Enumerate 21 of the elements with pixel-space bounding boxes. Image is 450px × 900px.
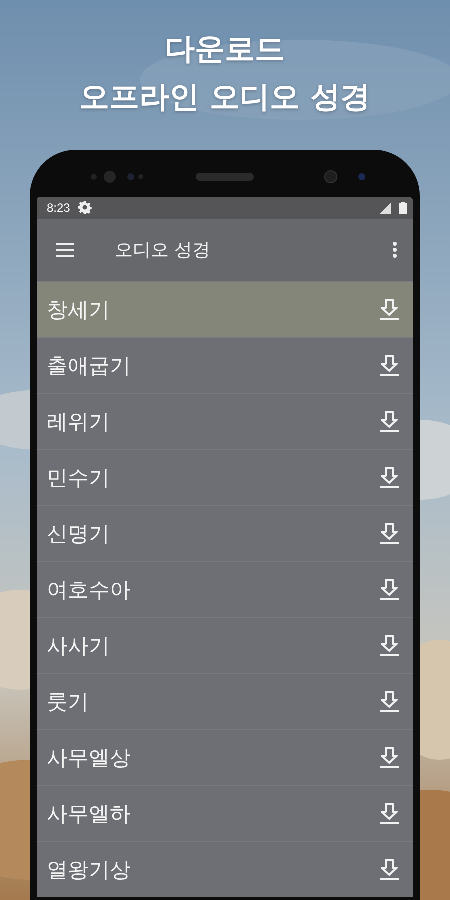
signal-icon xyxy=(380,202,391,214)
download-icon[interactable] xyxy=(380,858,399,880)
headline-text: 다운로드 xyxy=(164,31,285,69)
headline-text: 오프라인 오디오 성경 xyxy=(80,79,370,117)
download-icon[interactable] xyxy=(380,578,399,600)
book-list-item[interactable]: 창세기 xyxy=(37,281,413,337)
download-icon[interactable] xyxy=(380,466,399,488)
menu-icon[interactable] xyxy=(56,243,74,257)
download-icon[interactable] xyxy=(380,522,399,544)
download-icon[interactable] xyxy=(380,354,399,376)
download-icon[interactable] xyxy=(380,690,399,712)
more-options-icon[interactable] xyxy=(393,242,397,258)
download-icon[interactable] xyxy=(380,410,399,432)
battery-icon xyxy=(399,202,407,214)
download-icon[interactable] xyxy=(380,746,399,768)
download-icon[interactable] xyxy=(380,634,399,656)
settings-icon xyxy=(78,201,92,215)
download-icon[interactable] xyxy=(380,802,399,824)
app-title: 오디오 성경 xyxy=(115,239,212,262)
download-icon[interactable] xyxy=(380,298,399,320)
status-time: 8:23 xyxy=(47,201,70,215)
